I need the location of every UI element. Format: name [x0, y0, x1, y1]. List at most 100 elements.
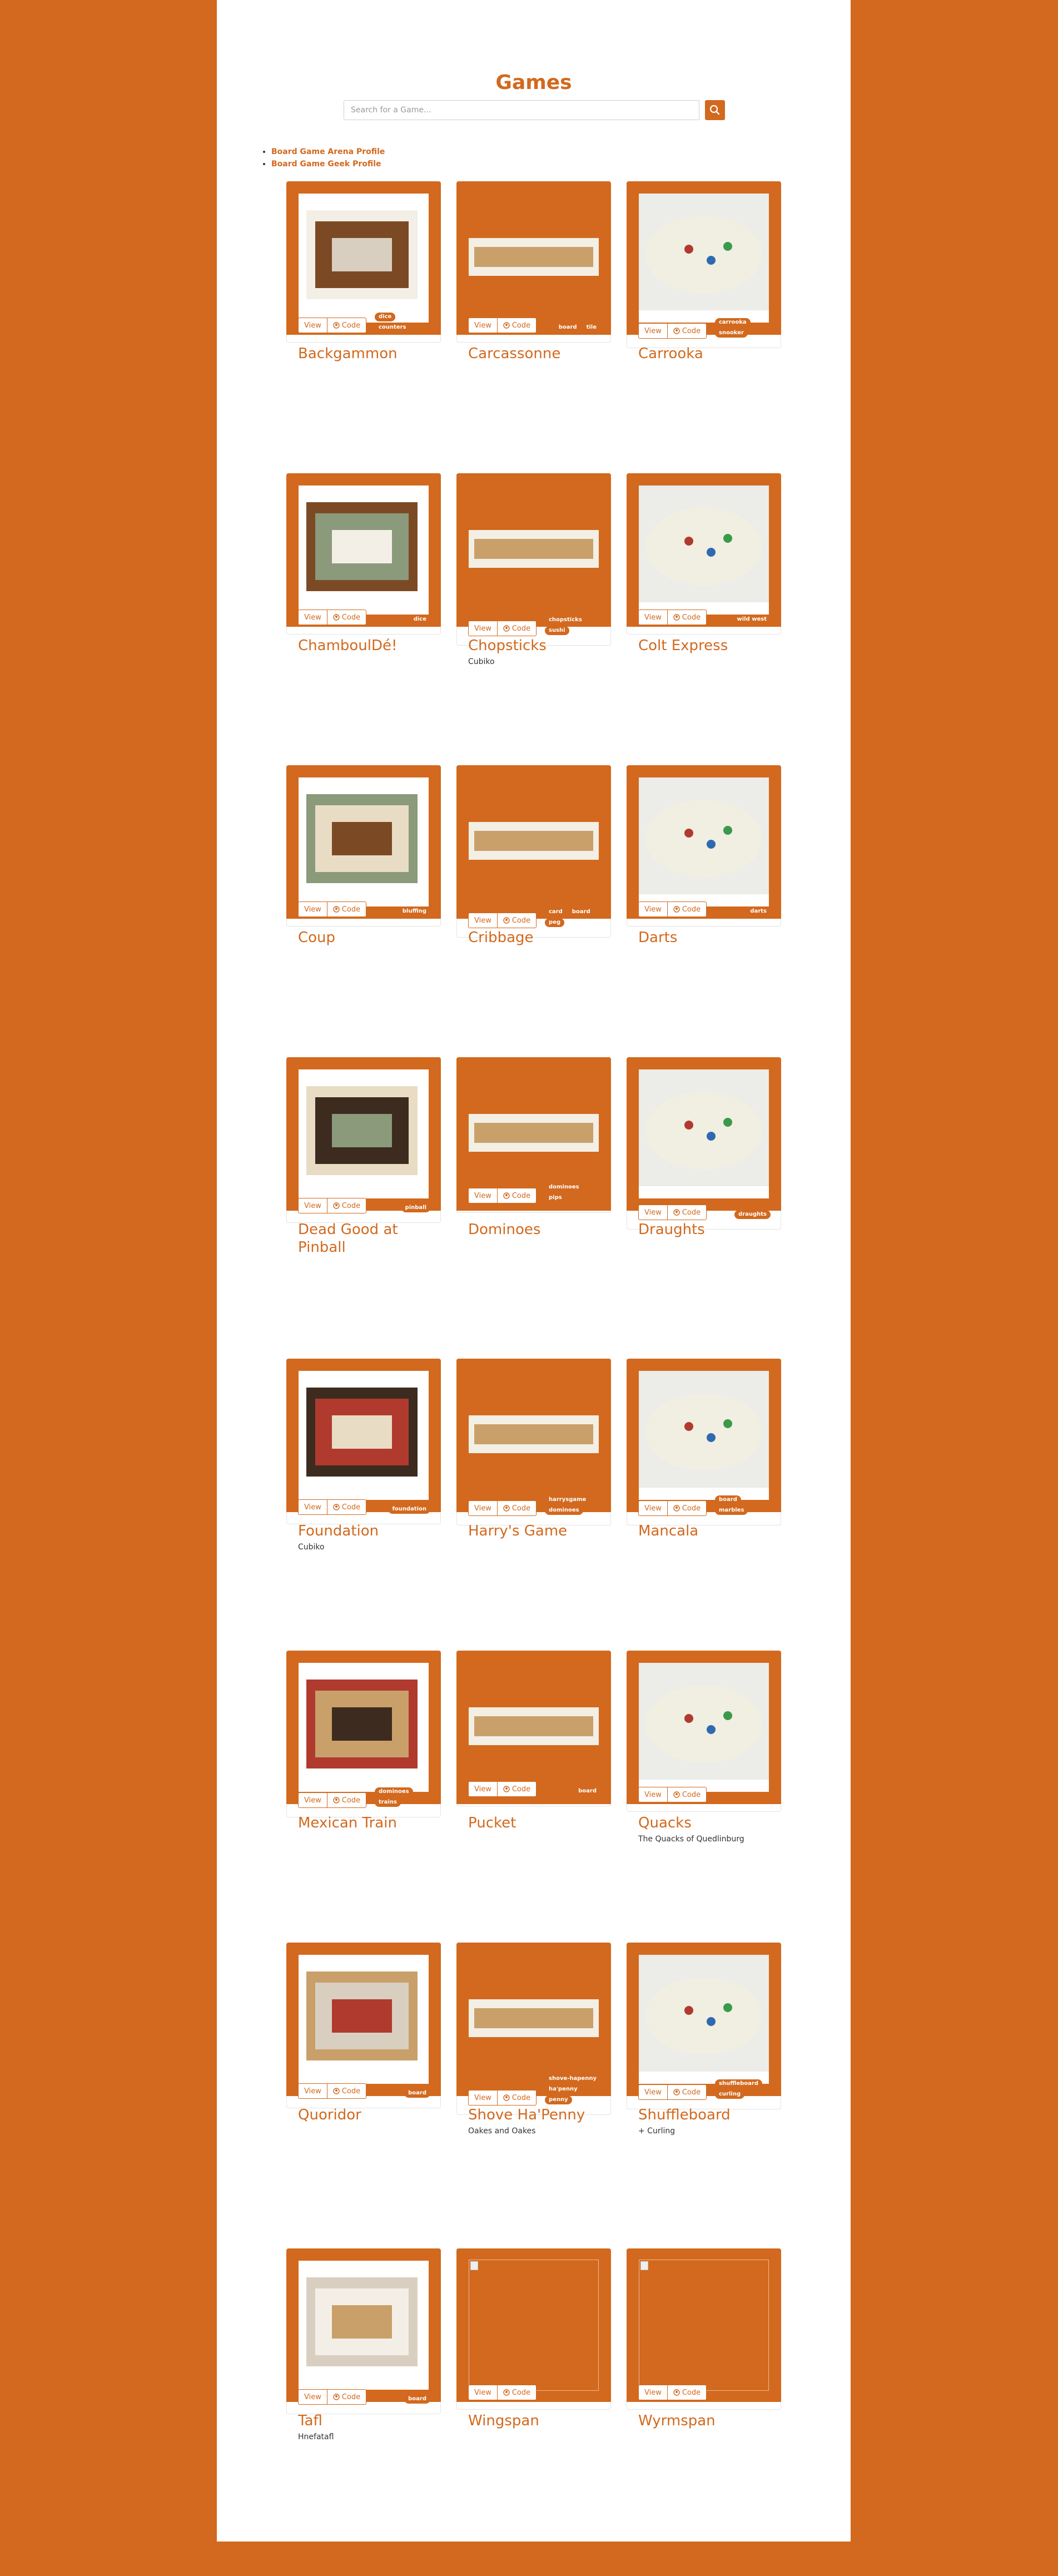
- code-button[interactable]: Code: [327, 1499, 367, 1515]
- view-button[interactable]: View: [638, 2084, 668, 2100]
- view-button[interactable]: View: [638, 1205, 668, 1220]
- tag-badge[interactable]: card: [545, 908, 567, 917]
- view-button[interactable]: View: [468, 318, 498, 333]
- tag-badge[interactable]: foundation: [388, 1505, 430, 1514]
- game-thumbnail[interactable]: [456, 473, 611, 627]
- tag-badge[interactable]: board: [568, 908, 594, 917]
- tag-badge[interactable]: marbles: [715, 1506, 748, 1515]
- game-title[interactable]: Draughts: [638, 1221, 769, 1239]
- code-button[interactable]: Code: [497, 1188, 537, 1203]
- game-title[interactable]: Shove Ha'Penny: [468, 2106, 599, 2124]
- tag-badge[interactable]: draughts: [734, 1210, 771, 1219]
- game-title[interactable]: Pucket: [468, 1814, 599, 1832]
- tag-badge[interactable]: dominoes: [545, 1506, 583, 1515]
- tag-badge[interactable]: dominoes: [545, 1183, 583, 1192]
- view-button[interactable]: View: [638, 2385, 668, 2400]
- game-thumbnail[interactable]: [286, 1359, 441, 1512]
- tag-badge[interactable]: shuffleboard: [715, 2079, 763, 2088]
- code-button[interactable]: Code: [327, 318, 367, 333]
- game-title[interactable]: Backgammon: [298, 345, 429, 363]
- game-thumbnail[interactable]: [456, 765, 611, 919]
- tag-badge[interactable]: bluffing: [398, 907, 430, 916]
- tag-badge[interactable]: dice: [409, 615, 430, 624]
- tag-badge[interactable]: curling: [715, 2090, 745, 2099]
- code-button[interactable]: Code: [327, 901, 367, 917]
- tag-badge[interactable]: tile: [582, 323, 600, 332]
- tag-badge[interactable]: dice: [375, 313, 396, 321]
- game-title[interactable]: Dominoes: [468, 1221, 599, 1239]
- game-title[interactable]: Foundation: [298, 1522, 429, 1540]
- view-button[interactable]: View: [468, 1781, 498, 1797]
- game-title[interactable]: Tafl: [298, 2412, 429, 2430]
- view-button[interactable]: View: [638, 1787, 668, 1802]
- tag-badge[interactable]: board: [404, 2395, 430, 2404]
- game-title[interactable]: Dead Good at Pinball: [298, 1221, 429, 1256]
- view-button[interactable]: View: [468, 2090, 498, 2106]
- game-thumbnail[interactable]: [456, 2248, 611, 2402]
- view-button[interactable]: View: [298, 2083, 327, 2099]
- game-thumbnail[interactable]: [627, 765, 781, 919]
- game-thumbnail[interactable]: [627, 2248, 781, 2402]
- tag-badge[interactable]: harrysgame: [545, 1495, 590, 1504]
- code-button[interactable]: Code: [327, 2389, 367, 2405]
- game-thumbnail[interactable]: [627, 1651, 781, 1804]
- view-button[interactable]: View: [298, 901, 327, 917]
- game-title[interactable]: Colt Express: [638, 637, 769, 655]
- view-button[interactable]: View: [468, 1500, 498, 1516]
- game-title[interactable]: Quoridor: [298, 2106, 429, 2124]
- view-button[interactable]: View: [638, 1500, 668, 1516]
- game-thumbnail[interactable]: [627, 1057, 781, 1211]
- view-button[interactable]: View: [638, 323, 668, 339]
- game-thumbnail[interactable]: [456, 181, 611, 335]
- game-title[interactable]: Coup: [298, 929, 429, 947]
- tag-badge[interactable]: board: [404, 2089, 430, 2098]
- search-button[interactable]: [705, 100, 725, 120]
- game-thumbnail[interactable]: [286, 181, 441, 335]
- code-button[interactable]: Code: [327, 2083, 367, 2099]
- code-button[interactable]: Code: [667, 323, 707, 339]
- view-button[interactable]: View: [298, 1198, 327, 1213]
- view-button[interactable]: View: [638, 610, 668, 625]
- code-button[interactable]: Code: [667, 901, 707, 917]
- tag-badge[interactable]: dominoes: [375, 1787, 413, 1796]
- game-thumbnail[interactable]: [286, 1651, 441, 1804]
- code-button[interactable]: Code: [327, 1198, 367, 1213]
- game-thumbnail[interactable]: [627, 473, 781, 627]
- game-thumbnail[interactable]: [286, 2248, 441, 2402]
- code-button[interactable]: Code: [667, 2084, 707, 2100]
- game-thumbnail[interactable]: [286, 1943, 441, 2096]
- tag-badge[interactable]: darts: [746, 907, 771, 916]
- tag-badge[interactable]: carrooka: [715, 318, 751, 327]
- view-button[interactable]: View: [298, 318, 327, 333]
- code-button[interactable]: Code: [667, 2385, 707, 2400]
- bga-profile-link[interactable]: Board Game Arena Profile: [271, 147, 385, 156]
- game-thumbnail[interactable]: [627, 1359, 781, 1512]
- code-button[interactable]: Code: [497, 2090, 537, 2106]
- view-button[interactable]: View: [468, 913, 498, 928]
- tag-badge[interactable]: peg: [545, 918, 565, 927]
- code-button[interactable]: Code: [497, 318, 537, 333]
- game-thumbnail[interactable]: [286, 1057, 441, 1211]
- tag-badge[interactable]: board: [574, 1787, 600, 1796]
- view-button[interactable]: View: [298, 2389, 327, 2405]
- tag-badge[interactable]: chopsticks: [545, 616, 586, 625]
- view-button[interactable]: View: [298, 610, 327, 625]
- tag-badge[interactable]: board: [554, 323, 581, 332]
- view-button[interactable]: View: [638, 901, 668, 917]
- view-button[interactable]: View: [298, 1792, 327, 1808]
- game-thumbnail[interactable]: [456, 1359, 611, 1512]
- game-title[interactable]: Quacks: [638, 1814, 769, 1832]
- code-button[interactable]: Code: [667, 1500, 707, 1516]
- tag-badge[interactable]: trains: [375, 1798, 401, 1807]
- view-button[interactable]: View: [468, 621, 498, 636]
- game-title[interactable]: Wingspan: [468, 2412, 599, 2430]
- view-button[interactable]: View: [468, 1188, 498, 1203]
- tag-badge[interactable]: board: [715, 1495, 741, 1504]
- tag-badge[interactable]: pips: [545, 1193, 566, 1202]
- game-title[interactable]: Darts: [638, 929, 769, 947]
- tag-badge[interactable]: counters: [375, 323, 410, 332]
- tag-badge[interactable]: ha'penny: [545, 2085, 582, 2094]
- game-thumbnail[interactable]: [627, 1943, 781, 2096]
- game-thumbnail[interactable]: [627, 181, 781, 335]
- tag-badge[interactable]: wild west: [733, 615, 771, 624]
